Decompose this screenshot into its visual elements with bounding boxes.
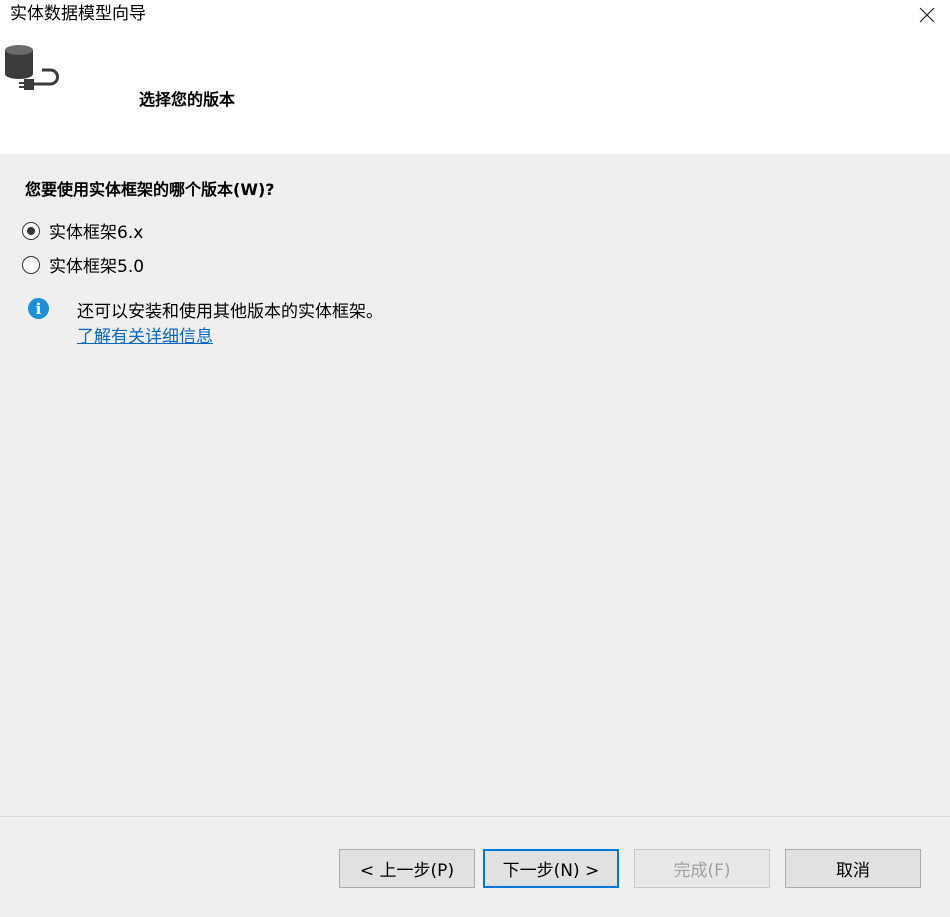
close-button[interactable] bbox=[904, 0, 950, 30]
page-heading: 选择您的版本 bbox=[139, 90, 236, 109]
option-ef6-label: 实体框架6.x bbox=[49, 223, 144, 243]
back-button[interactable]: < 上一步(P) bbox=[339, 849, 475, 888]
learn-more-link[interactable]: 了解有关详细信息 bbox=[77, 322, 213, 347]
radio-ef5[interactable] bbox=[22, 255, 40, 274]
content-area: 您要使用实体框架的哪个版本(W)? 实体框架6.x 实体框架5.0 i 还可以安… bbox=[0, 154, 950, 816]
close-icon bbox=[919, 7, 935, 23]
version-question: 您要使用实体框架的哪个版本(W)? bbox=[25, 180, 275, 199]
database-plug-icon bbox=[5, 45, 59, 90]
button-bar: < 上一步(P) 下一步(N) > 完成(F) 取消 bbox=[0, 816, 950, 917]
finish-button[interactable]: 完成(F) bbox=[634, 849, 770, 888]
title-bar: 实体数据模型向导 bbox=[0, 0, 950, 32]
wizard-header: 选择您的版本 bbox=[0, 32, 950, 154]
info-text: 还可以安装和使用其他版本的实体框架。 bbox=[77, 302, 383, 322]
option-ef6[interactable]: 实体框架6.x bbox=[22, 218, 143, 243]
option-ef5[interactable]: 实体框架5.0 bbox=[22, 252, 144, 277]
window-title: 实体数据模型向导 bbox=[10, 4, 146, 24]
option-ef5-label: 实体框架5.0 bbox=[49, 257, 145, 277]
radio-ef6[interactable] bbox=[22, 221, 40, 240]
next-button[interactable]: 下一步(N) > bbox=[483, 849, 619, 888]
info-icon: i bbox=[28, 298, 49, 319]
cancel-button[interactable]: 取消 bbox=[785, 849, 921, 888]
